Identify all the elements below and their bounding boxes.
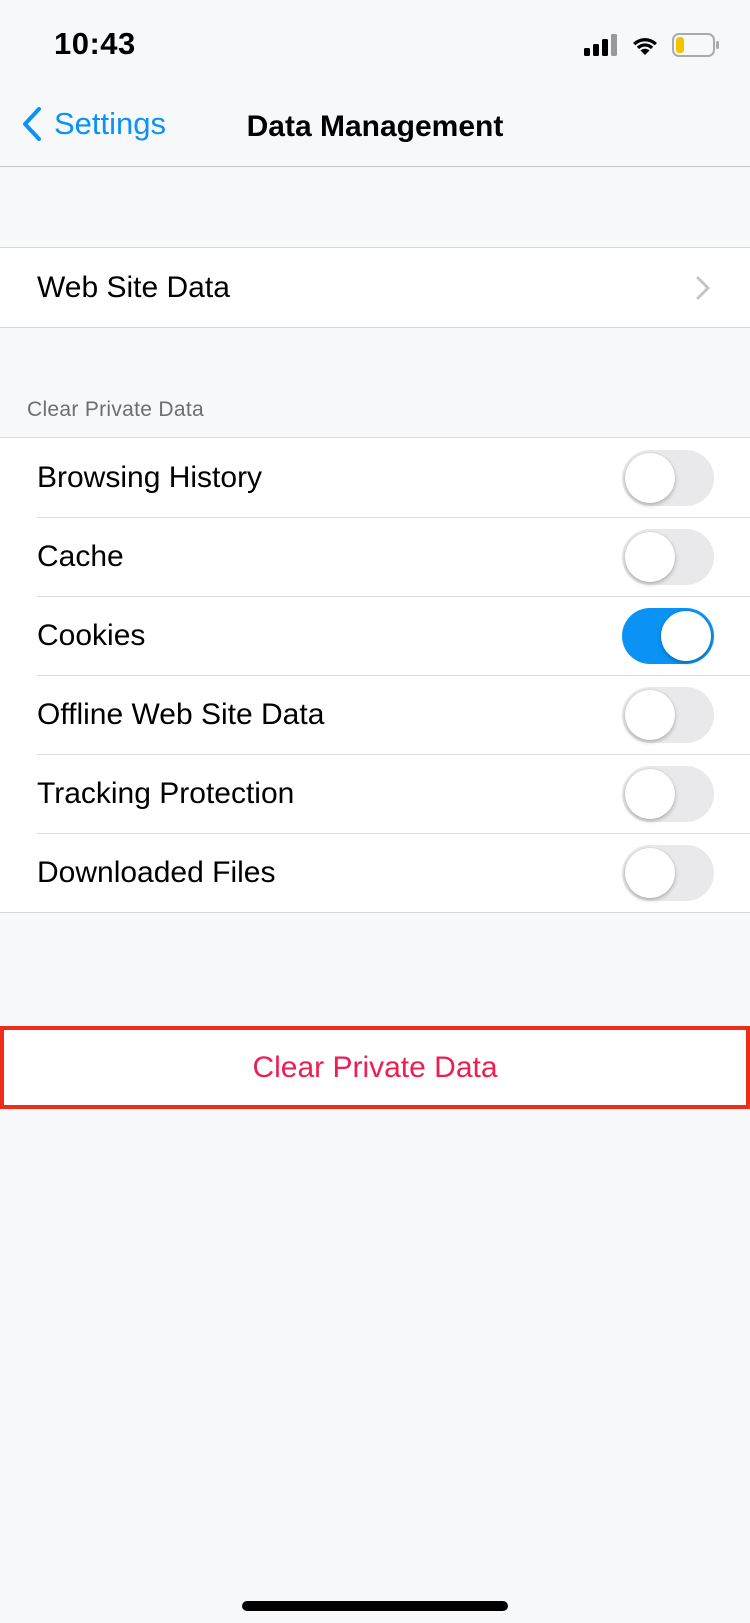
status-bar: 10:43 bbox=[0, 0, 750, 90]
status-time: 10:43 bbox=[54, 26, 136, 61]
battery-icon bbox=[672, 33, 719, 57]
status-icons bbox=[584, 30, 720, 60]
cellular-signal-icon bbox=[584, 34, 617, 56]
toggle-knob bbox=[625, 768, 675, 819]
setting-label: Tracking Protection bbox=[37, 776, 295, 810]
wifi-icon bbox=[633, 38, 657, 55]
setting-toggle[interactable] bbox=[622, 686, 714, 743]
setting-toggle[interactable] bbox=[622, 449, 714, 506]
section-header-clear-private-data: Clear Private Data bbox=[27, 398, 204, 421]
toggle-knob bbox=[625, 847, 675, 898]
setting-row: Cookies bbox=[0, 596, 750, 676]
navigation-bar: Settings Data Management bbox=[0, 90, 750, 167]
setting-label: Downloaded Files bbox=[37, 855, 276, 889]
toggle-knob bbox=[625, 531, 675, 582]
page-title: Data Management bbox=[246, 110, 504, 143]
setting-toggle[interactable] bbox=[622, 765, 714, 822]
setting-row: Cache bbox=[0, 517, 750, 597]
setting-row: Browsing History bbox=[0, 438, 750, 518]
website-data-row[interactable]: Web Site Data bbox=[0, 248, 750, 327]
setting-toggle[interactable] bbox=[622, 844, 714, 901]
setting-row: Downloaded Files bbox=[0, 833, 750, 912]
toggle-knob bbox=[661, 610, 711, 661]
setting-row: Offline Web Site Data bbox=[0, 675, 750, 755]
setting-label: Cookies bbox=[37, 618, 146, 652]
setting-toggle[interactable] bbox=[622, 528, 714, 585]
setting-label: Browsing History bbox=[37, 460, 263, 494]
clear-private-data-button-label: Clear Private Data bbox=[252, 1050, 498, 1084]
setting-label: Cache bbox=[37, 539, 124, 573]
clear-private-data-button[interactable]: Clear Private Data bbox=[0, 1026, 750, 1109]
home-indicator bbox=[242, 1601, 508, 1611]
setting-row: Tracking Protection bbox=[0, 754, 750, 834]
setting-label: Offline Web Site Data bbox=[37, 697, 325, 731]
setting-toggle[interactable] bbox=[622, 607, 714, 664]
website-data-label: Web Site Data bbox=[37, 270, 230, 304]
clear-private-data-group: Browsing History Cache Cookies Offline Web … bbox=[0, 437, 750, 913]
website-data-group: Web Site Data bbox=[0, 247, 750, 328]
toggle-knob bbox=[625, 452, 675, 503]
toggle-knob bbox=[625, 689, 675, 740]
chevron-right-icon bbox=[696, 276, 710, 300]
